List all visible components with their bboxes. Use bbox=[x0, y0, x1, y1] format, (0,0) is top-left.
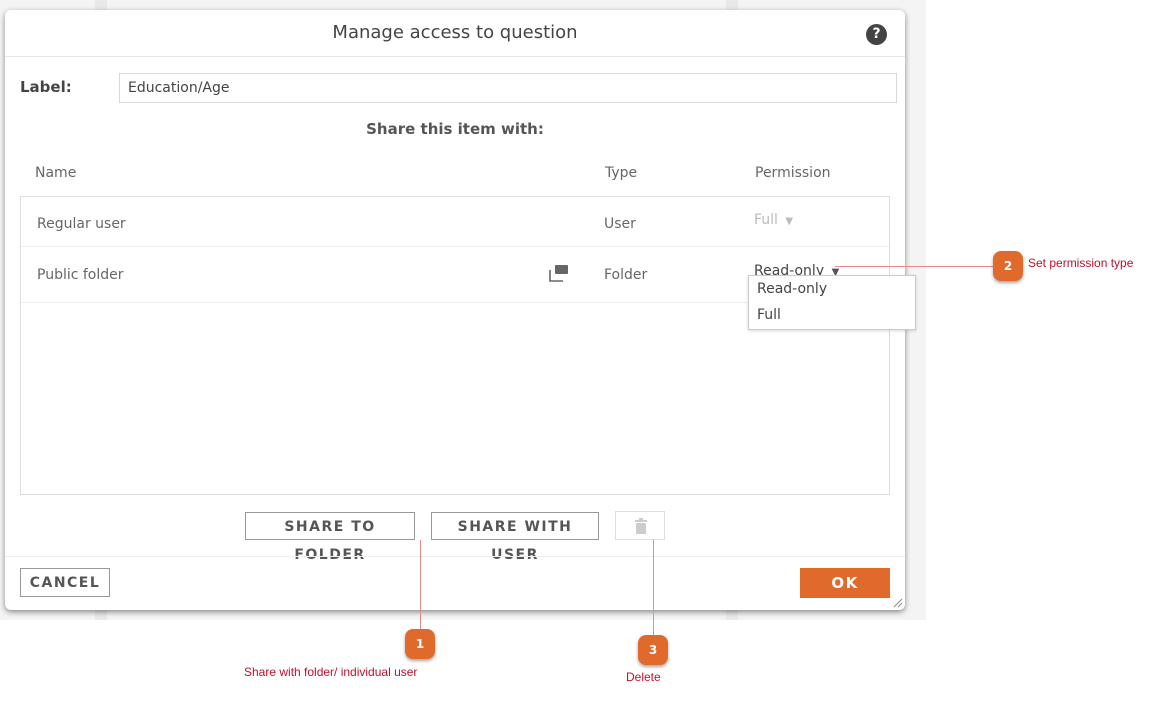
annotation-text: Share with folder/ individual user bbox=[244, 665, 418, 679]
label-caption: Label: bbox=[20, 78, 72, 96]
dropdown-arrow-icon: ▼ bbox=[785, 216, 794, 227]
annotation-text: Set permission type bbox=[1028, 256, 1134, 270]
annotation-connector bbox=[653, 540, 654, 636]
permission-select-disabled: Full ▼ bbox=[754, 212, 793, 228]
dropdown-option-full[interactable]: Full bbox=[757, 307, 781, 323]
column-header-type: Type bbox=[605, 165, 638, 181]
cancel-button[interactable]: CANCEL bbox=[20, 568, 110, 597]
annotation-connector bbox=[420, 540, 421, 630]
row-type: User bbox=[604, 216, 636, 232]
annotation-badge: 3 bbox=[638, 635, 668, 665]
row-name: Regular user bbox=[37, 216, 126, 232]
help-icon[interactable]: ? bbox=[866, 24, 887, 45]
dropdown-option-read-only[interactable]: Read-only bbox=[757, 281, 827, 297]
share-with-user-button[interactable]: SHARE WITH USER bbox=[431, 512, 599, 563]
column-header-name: Name bbox=[35, 165, 77, 181]
shared-folder-icon[interactable] bbox=[549, 264, 569, 282]
dialog-title: Manage access to question bbox=[5, 10, 905, 57]
annotation-badge: 2 bbox=[993, 251, 1023, 281]
annotation-text: Delete bbox=[626, 670, 661, 684]
annotation-connector bbox=[835, 266, 995, 267]
permission-value: Full bbox=[754, 212, 778, 228]
row-name: Public folder bbox=[37, 267, 124, 283]
annotation-badge: 1 bbox=[405, 629, 435, 659]
share-to-folder-button[interactable]: SHARE TO FOLDER bbox=[245, 512, 415, 563]
row-type: Folder bbox=[604, 267, 648, 283]
ok-button[interactable]: OK bbox=[800, 568, 890, 598]
resize-handle-icon[interactable] bbox=[893, 598, 903, 608]
share-table: Regular user User Full ▼ Public folder F… bbox=[20, 196, 890, 495]
label-input[interactable]: Education/Age bbox=[119, 73, 897, 103]
delete-button[interactable] bbox=[615, 511, 665, 540]
table-row: Regular user User Full ▼ bbox=[21, 196, 889, 247]
column-header-permission: Permission bbox=[755, 165, 831, 181]
permission-dropdown-menu: Read-only Full bbox=[748, 275, 916, 330]
footer-divider bbox=[5, 556, 905, 557]
trash-icon bbox=[635, 518, 647, 534]
share-heading: Share this item with: bbox=[366, 120, 544, 138]
